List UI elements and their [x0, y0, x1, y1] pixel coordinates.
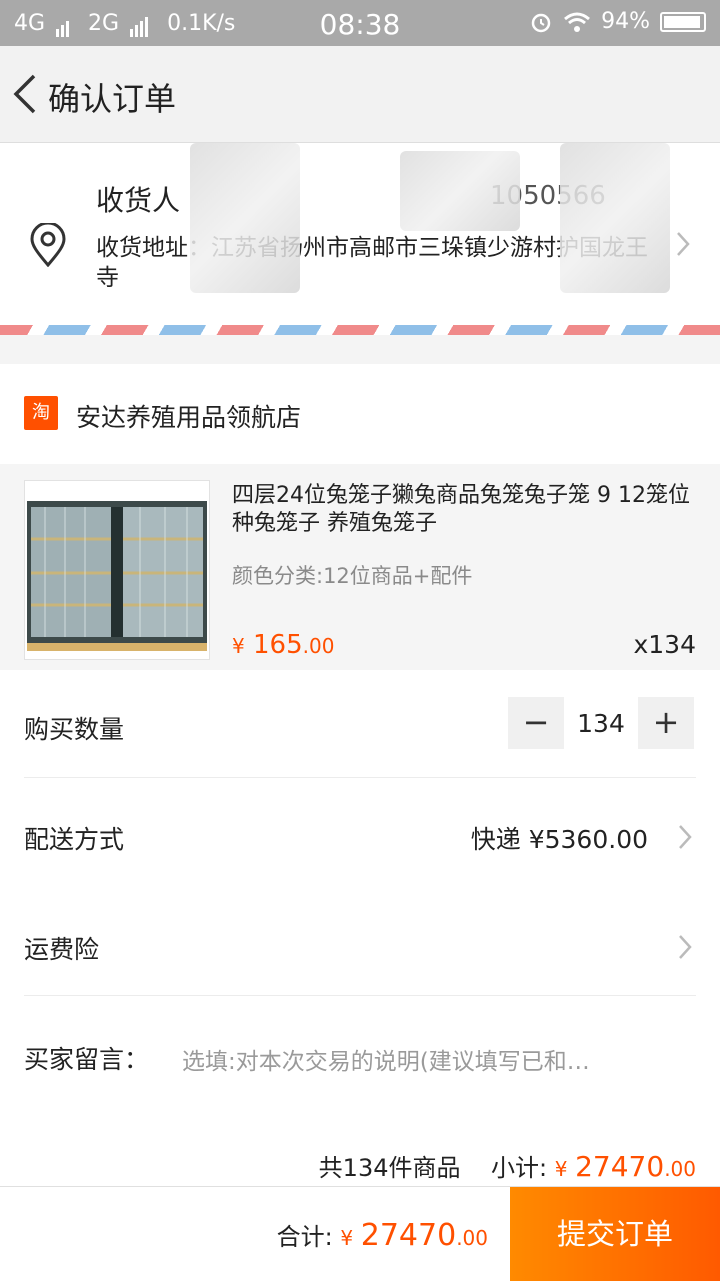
delivery-row[interactable]: 配送方式 快递 ¥5360.00 — [0, 778, 720, 886]
buyer-message-label: 买家留言： — [24, 1045, 150, 1074]
chevron-right-icon — [676, 231, 690, 261]
product-price: ¥ 165.00 — [232, 630, 334, 660]
order-total: 合计: ¥ 27470.00 — [277, 1217, 488, 1253]
price-decimal: .00 — [302, 634, 335, 658]
quantity-stepper: − 134 + — [508, 697, 694, 749]
battery-icon — [660, 11, 706, 32]
chevron-right-icon — [678, 934, 692, 964]
subtotal-integer: 27470 — [575, 1150, 665, 1183]
chevron-left-icon — [13, 74, 36, 114]
product-thumbnail — [24, 480, 210, 660]
address-card[interactable]: 收货人 1050566 收货地址：江苏省扬州市高邮市三垛镇少游村护国龙王寺 — [0, 143, 720, 325]
currency-symbol: ¥ — [554, 1157, 568, 1181]
location-pin-icon — [28, 221, 68, 271]
price-integer: 165 — [253, 630, 303, 660]
quantity-label: 购买数量 — [24, 715, 125, 744]
product-sku: 颜色分类:12位商品+配件 — [232, 564, 473, 588]
item-count: 共134件商品 — [318, 1154, 461, 1182]
subtotal-label: 小计: — [491, 1154, 548, 1182]
product-quantity: x134 — [633, 630, 696, 659]
privacy-scribble — [190, 143, 300, 293]
chevron-right-icon — [678, 824, 692, 854]
currency-symbol: ¥ — [340, 1226, 354, 1250]
decrement-button[interactable]: − — [508, 697, 564, 749]
shop-header[interactable]: 淘 安达养殖用品领航店 — [0, 364, 720, 464]
airmail-stripe — [0, 325, 720, 335]
submit-order-button[interactable]: 提交订单 — [510, 1187, 720, 1281]
status-bar: 4G 2G 0.1K/s 08:38 94% — [0, 0, 720, 46]
buyer-message-input[interactable]: 选填:对本次交易的说明(建议填写已和… — [182, 1042, 590, 1076]
product-title: 四层24位兔笼子獭兔商品兔笼兔子笼 9 12笼位种兔笼子 养殖兔笼子 — [232, 483, 690, 536]
delivery-value: 快递 ¥5360.00 — [470, 825, 648, 854]
back-button[interactable] — [10, 72, 50, 116]
order-subtotal: 共134件商品 小计: ¥ 27470.00 — [319, 1148, 696, 1183]
quantity-row: 购买数量 − 134 + — [0, 670, 720, 778]
receiver-name-label: 收货人 — [96, 184, 181, 217]
delivery-label: 配送方式 — [24, 825, 125, 854]
wifi-icon — [564, 12, 591, 32]
alarm-icon — [531, 13, 551, 32]
total-label: 合计: — [276, 1223, 333, 1251]
taobao-shop-icon: 淘 — [24, 396, 58, 430]
status-right: 94% — [529, 9, 706, 34]
page-title: 确认订单 — [48, 80, 177, 118]
battery-percent: 94% — [601, 9, 650, 34]
subtotal-decimal: .00 — [664, 1157, 696, 1181]
increment-button[interactable]: + — [638, 697, 694, 749]
buyer-message-row: 买家留言： 选填:对本次交易的说明(建议填写已和… 共134件商品 小计: ¥ … — [0, 996, 720, 1186]
currency-symbol: ¥ — [232, 634, 245, 658]
nav-bar: 确认订单 — [0, 46, 720, 143]
quantity-value[interactable]: 134 — [564, 709, 638, 738]
bottom-bar: 合计: ¥ 27470.00 提交订单 — [0, 1186, 720, 1281]
total-integer: 27470 — [360, 1218, 457, 1253]
shop-name: 安达养殖用品领航店 — [76, 403, 302, 432]
shipping-insurance-label: 运费险 — [24, 935, 100, 964]
shipping-insurance-row[interactable]: 运费险 — [0, 886, 720, 996]
privacy-scribble — [560, 143, 670, 293]
order-item[interactable]: 四层24位兔笼子獭兔商品兔笼兔子笼 9 12笼位种兔笼子 养殖兔笼子 颜色分类:… — [0, 464, 720, 670]
total-decimal: .00 — [456, 1226, 488, 1250]
privacy-scribble — [400, 151, 520, 231]
